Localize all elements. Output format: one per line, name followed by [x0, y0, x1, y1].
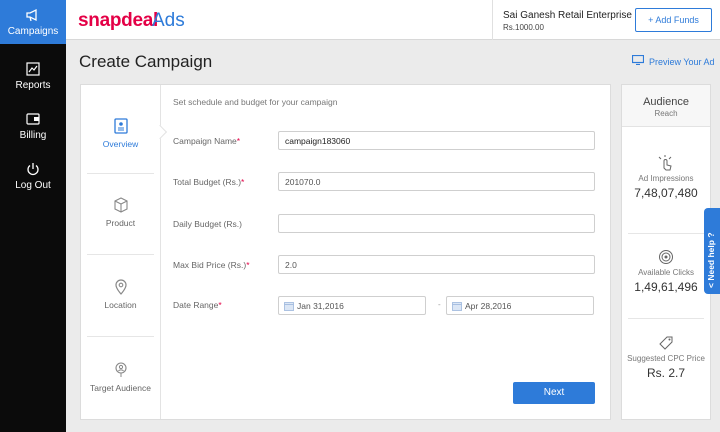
account-balance: Rs.1000.00 — [503, 23, 544, 32]
price-tag-icon — [659, 336, 673, 350]
total-budget-label: Total Budget (Rs.)* — [173, 177, 244, 187]
chevron-up-icon: < — [706, 283, 716, 288]
step-overview[interactable]: Overview — [81, 118, 160, 149]
tap-icon — [658, 155, 672, 171]
total-budget-input[interactable]: 201070.0 — [278, 172, 595, 191]
metric-value: 7,48,07,480 — [634, 186, 698, 200]
add-funds-button[interactable]: + Add Funds — [635, 8, 712, 32]
step-label: Product — [105, 218, 136, 228]
step-nav: Overview Product Location Target Audienc… — [81, 85, 168, 419]
overview-icon — [113, 118, 128, 134]
logo-ads-label: Ads — [152, 10, 185, 31]
megaphone-icon — [26, 8, 37, 22]
need-help-text: Need help ? — [706, 232, 716, 281]
divider — [492, 0, 493, 40]
form-hint: Set schedule and budget for your campaig… — [173, 97, 338, 107]
sidebar-item-label: Billing — [19, 130, 47, 141]
step-product[interactable]: Product — [81, 197, 160, 228]
step-label: Overview — [102, 139, 139, 149]
divider — [87, 173, 154, 174]
required-mark: * — [236, 136, 241, 146]
date-separator: - — [438, 300, 441, 309]
audience-panel: Audience Reach Ad Impressions 7,48,07,48… — [621, 84, 711, 420]
metric-ad-impressions: Ad Impressions 7,48,07,480 — [622, 155, 710, 200]
campaign-form-card: Overview Product Location Target Audienc… — [80, 84, 611, 420]
metric-suggested-cpc: Suggested CPC Price Rs. 2.7 — [622, 335, 710, 380]
field-label-text: Date Range — [173, 300, 219, 310]
metric-label: Suggested CPC Price — [627, 354, 705, 363]
divider — [628, 318, 704, 319]
calendar-icon — [284, 302, 294, 311]
location-pin-icon — [114, 279, 127, 295]
metric-available-clicks: Available Clicks 1,49,61,496 — [622, 249, 710, 294]
end-date-value: Apr 28,2016 — [465, 301, 512, 311]
divider — [628, 233, 704, 234]
sidebar-item-label: Reports — [15, 80, 51, 91]
add-funds-label: Add Funds — [655, 15, 699, 25]
sidebar-item-billing[interactable]: Billing — [0, 112, 66, 141]
required-mark: * — [241, 177, 245, 187]
required-mark: * — [218, 300, 222, 310]
sidebar-item-logout[interactable]: Log Out — [0, 162, 66, 191]
start-date-input[interactable]: Jan 31,2016 — [278, 296, 426, 315]
sidebar-item-reports[interactable]: Reports — [0, 62, 66, 91]
calendar-icon — [452, 302, 462, 311]
metric-label: Available Clicks — [638, 268, 694, 277]
step-label: Target Audience — [90, 383, 151, 393]
step-target-audience[interactable]: Target Audience — [81, 362, 160, 393]
page-title: Create Campaign — [79, 52, 213, 71]
campaign-name-input[interactable]: campaign183060 — [278, 131, 595, 150]
audience-header: Audience Reach — [622, 85, 710, 127]
max-bid-label: Max Bid Price (Rs.)* — [173, 260, 250, 270]
audience-subtitle: Reach — [654, 109, 678, 118]
audience-title: Audience — [643, 96, 689, 108]
sidebar-item-label: Log Out — [15, 180, 51, 191]
monitor-icon[interactable] — [632, 55, 644, 65]
need-help-label[interactable]: < Need help ? — [706, 232, 716, 288]
divider — [87, 254, 154, 255]
sidebar-item-campaigns[interactable]: Campaigns — [0, 0, 66, 44]
daily-budget-label: Daily Budget (Rs.) — [173, 219, 242, 229]
metric-value: 1,49,61,496 — [634, 280, 698, 294]
campaign-name-label: Campaign Name* — [173, 136, 240, 146]
daily-budget-input[interactable] — [278, 214, 595, 233]
sidebar: Campaigns Reports Billing Log Out — [0, 0, 66, 432]
account-name: Sai Ganesh Retail Enterprise — [503, 10, 632, 21]
reports-icon — [26, 62, 40, 76]
wallet-icon — [26, 113, 40, 125]
max-bid-input[interactable]: 2.0 — [278, 255, 595, 274]
target-icon — [659, 250, 673, 264]
step-label: Location — [104, 300, 137, 310]
divider — [87, 336, 154, 337]
preview-ad-link[interactable]: Preview Your Ad — [649, 57, 715, 67]
target-audience-icon — [114, 362, 127, 377]
snapdeal-logo[interactable]: snapdeal — [78, 10, 158, 32]
metric-label: Ad Impressions — [638, 174, 694, 183]
top-bar: snapdeal Ads Sai Ganesh Retail Enterpris… — [66, 0, 720, 40]
box-icon — [113, 197, 128, 213]
metric-value: Rs. 2.7 — [646, 366, 685, 380]
field-label-text: Max Bid Price (Rs.) — [173, 260, 247, 270]
next-button[interactable]: Next — [513, 382, 595, 404]
sidebar-item-label: Campaigns — [7, 26, 59, 37]
date-range-label: Date Range* — [173, 300, 222, 310]
field-label-text: Total Budget (Rs.) — [173, 177, 242, 187]
start-date-value: Jan 31,2016 — [297, 301, 344, 311]
required-mark: * — [246, 260, 250, 270]
power-icon — [27, 163, 39, 176]
field-label-text: Campaign Name — [173, 136, 237, 146]
end-date-input[interactable]: Apr 28,2016 — [446, 296, 594, 315]
step-location[interactable]: Location — [81, 279, 160, 310]
